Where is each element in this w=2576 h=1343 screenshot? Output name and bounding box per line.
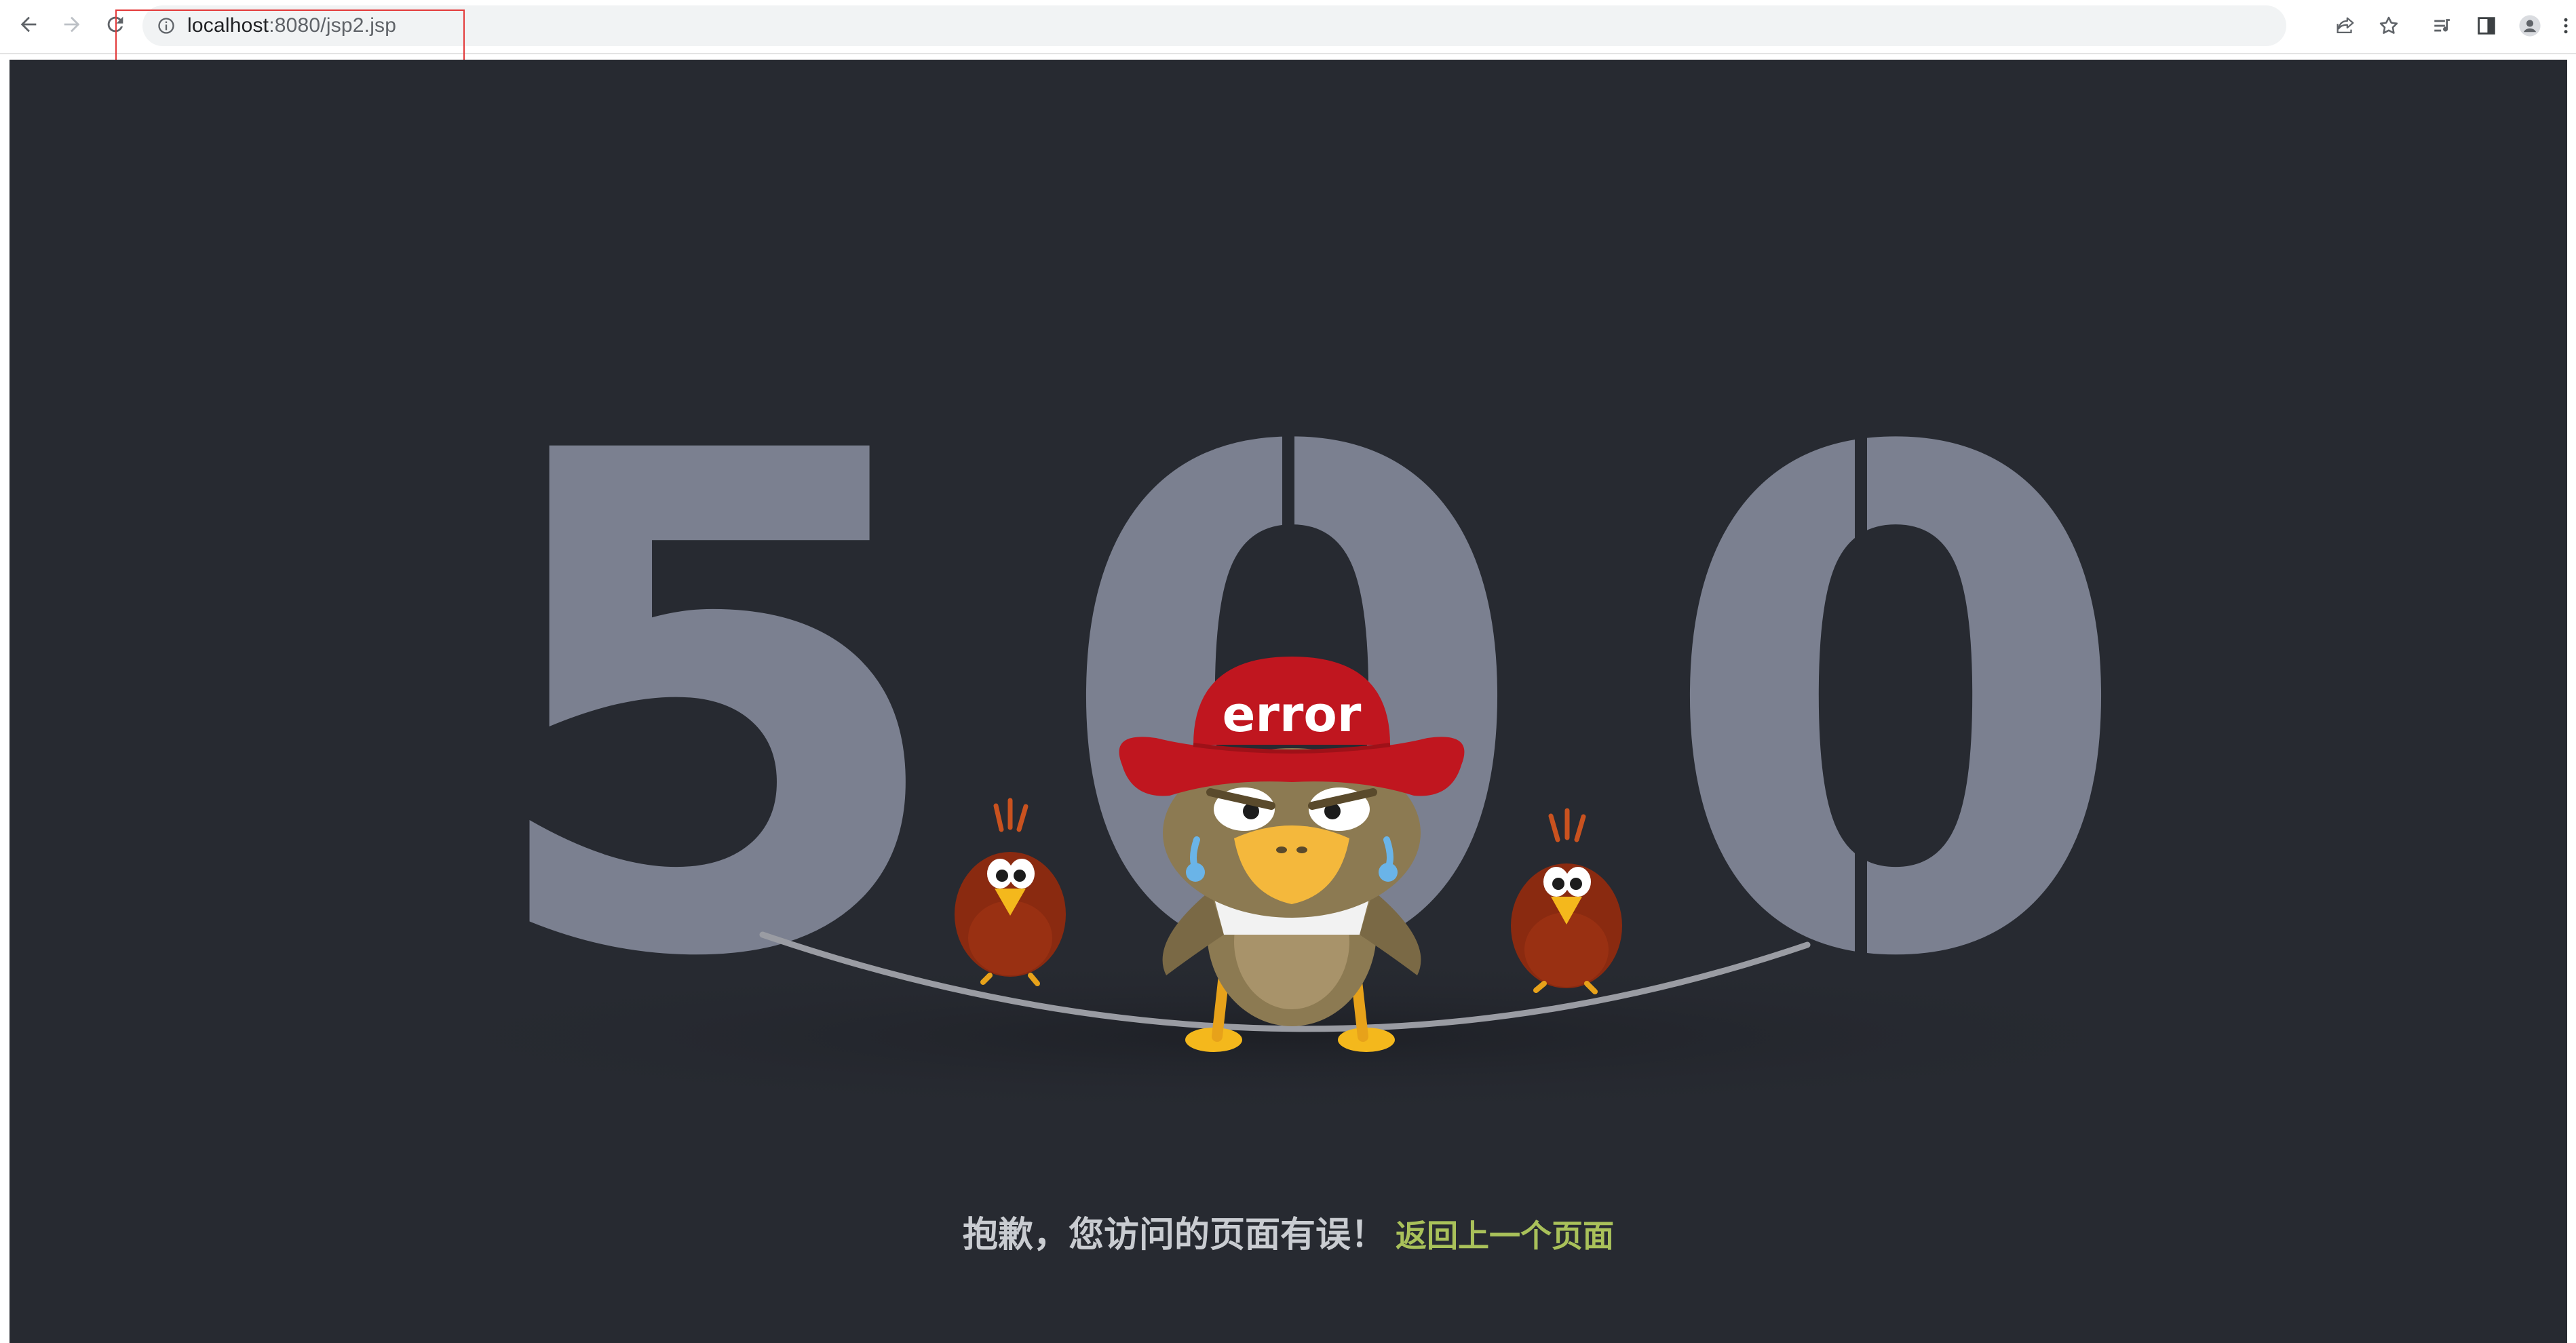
url-host: localhost xyxy=(187,14,269,37)
reading-list-icon xyxy=(2434,19,2450,32)
stencil-gap-right xyxy=(1855,426,1867,962)
star-icon xyxy=(2379,16,2398,34)
url-text[interactable]: localhost:8080/jsp2.jsp xyxy=(187,14,396,37)
hat-error-text: error xyxy=(1223,686,1362,743)
profile-button[interactable] xyxy=(2514,9,2546,42)
digit-0-right: 0 xyxy=(1657,309,2134,1107)
browser-toolbar: localhost:8080/jsp2.jsp xyxy=(0,0,2576,66)
bookmark-button[interactable] xyxy=(2372,9,2405,42)
error-illustration: 5 0 0 xyxy=(339,309,2238,1118)
share-button[interactable] xyxy=(2329,9,2362,42)
digit-5: 5 xyxy=(477,309,954,1107)
side-panel-button[interactable] xyxy=(2470,9,2503,42)
reload-icon xyxy=(107,16,123,33)
back-to-previous-page-link[interactable]: 返回上一个页面 xyxy=(1396,1218,1614,1254)
stencil-gap-middle xyxy=(1282,426,1294,602)
menu-button[interactable] xyxy=(2556,9,2575,42)
page-viewport: 5 0 0 xyxy=(9,60,2567,1343)
url-path: :8080/jsp2.jsp xyxy=(269,14,397,37)
profile-icon xyxy=(2519,15,2541,37)
forward-arrow-icon xyxy=(64,16,80,33)
forward-button[interactable] xyxy=(56,8,88,41)
address-bar[interactable]: localhost:8080/jsp2.jsp xyxy=(142,5,2286,46)
error-message-line: 抱歉，您访问的页面有误！ 返回上一个页面 xyxy=(9,1206,2567,1257)
info-icon[interactable] xyxy=(156,16,176,36)
error-message: 抱歉，您访问的页面有误！ xyxy=(962,1215,1386,1256)
back-arrow-icon xyxy=(20,16,37,33)
kebab-menu-icon xyxy=(2564,18,2568,34)
reading-list-button[interactable] xyxy=(2427,9,2459,42)
side-panel-icon xyxy=(2478,17,2495,35)
back-button[interactable] xyxy=(12,8,45,41)
share-icon xyxy=(2337,17,2354,34)
left-bird xyxy=(955,798,1066,986)
reload-button[interactable] xyxy=(99,8,132,41)
